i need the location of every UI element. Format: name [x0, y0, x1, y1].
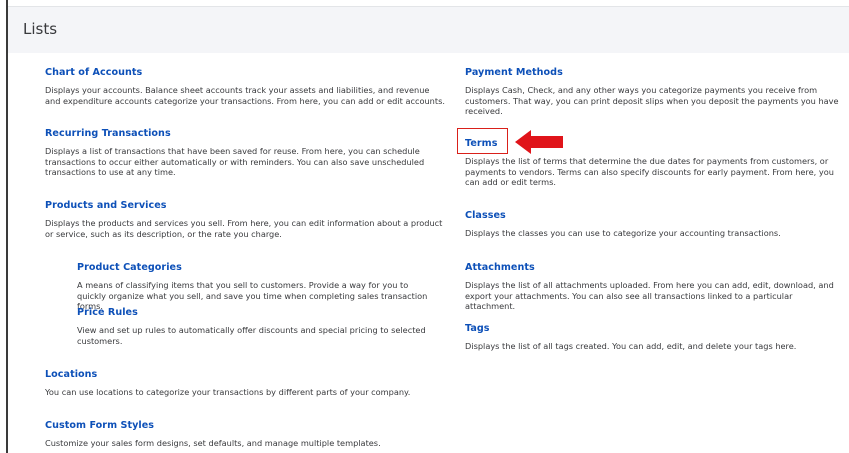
attachments-description: Displays the list of all attachments upl…	[465, 280, 834, 312]
list-item-recurring-transactions: Recurring Transactions Displays a list o…	[45, 127, 470, 178]
list-item-custom-form-styles: Custom Form Styles Customize your sales …	[45, 419, 445, 449]
classes-description: Displays the classes you can use to cate…	[465, 228, 781, 238]
products-and-services-description: Displays the products and services you s…	[45, 218, 443, 239]
custom-form-styles-link[interactable]: Custom Form Styles	[45, 419, 445, 432]
locations-link[interactable]: Locations	[45, 368, 445, 381]
terms-link[interactable]: Terms	[465, 137, 843, 150]
list-item-classes: Classes Displays the classes you can use…	[465, 209, 843, 239]
payment-methods-description: Displays Cash, Check, and any other ways…	[465, 85, 839, 117]
chart-of-accounts-link[interactable]: Chart of Accounts	[45, 66, 445, 79]
recurring-transactions-description: Displays a list of transactions that hav…	[45, 146, 425, 178]
tags-link[interactable]: Tags	[465, 322, 843, 335]
products-and-services-link[interactable]: Products and Services	[45, 199, 445, 212]
list-item-tags: Tags Displays the list of all tags creat…	[465, 322, 843, 352]
attachments-link[interactable]: Attachments	[465, 261, 843, 274]
list-item-attachments: Attachments Displays the list of all att…	[465, 261, 843, 312]
page-header: Lists	[8, 6, 849, 53]
product-categories-link[interactable]: Product Categories	[77, 261, 437, 274]
list-item-payment-methods: Payment Methods Displays Cash, Check, an…	[465, 66, 843, 117]
price-rules-link[interactable]: Price Rules	[77, 306, 437, 319]
chart-of-accounts-description: Displays your accounts. Balance sheet ac…	[45, 85, 445, 106]
locations-description: You can use locations to categorize your…	[45, 387, 411, 397]
list-item-price-rules: Price Rules View and set up rules to aut…	[77, 306, 437, 346]
left-border	[6, 0, 8, 453]
classes-link[interactable]: Classes	[465, 209, 843, 222]
list-item-product-categories: Product Categories A means of classifyin…	[77, 261, 437, 312]
page-title: Lists	[23, 20, 58, 38]
price-rules-description: View and set up rules to automatically o…	[77, 325, 426, 346]
list-item-products-and-services: Products and Services Displays the produ…	[45, 199, 445, 239]
custom-form-styles-description: Customize your sales form designs, set d…	[45, 438, 381, 448]
terms-description: Displays the list of terms that determin…	[465, 156, 834, 188]
list-item-chart-of-accounts: Chart of Accounts Displays your accounts…	[45, 66, 445, 106]
recurring-transactions-link[interactable]: Recurring Transactions	[45, 127, 470, 140]
payment-methods-link[interactable]: Payment Methods	[465, 66, 843, 79]
list-item-locations: Locations You can use locations to categ…	[45, 368, 445, 398]
list-item-terms: Terms Displays the list of terms that de…	[465, 137, 843, 188]
tags-description: Displays the list of all tags created. Y…	[465, 341, 797, 351]
